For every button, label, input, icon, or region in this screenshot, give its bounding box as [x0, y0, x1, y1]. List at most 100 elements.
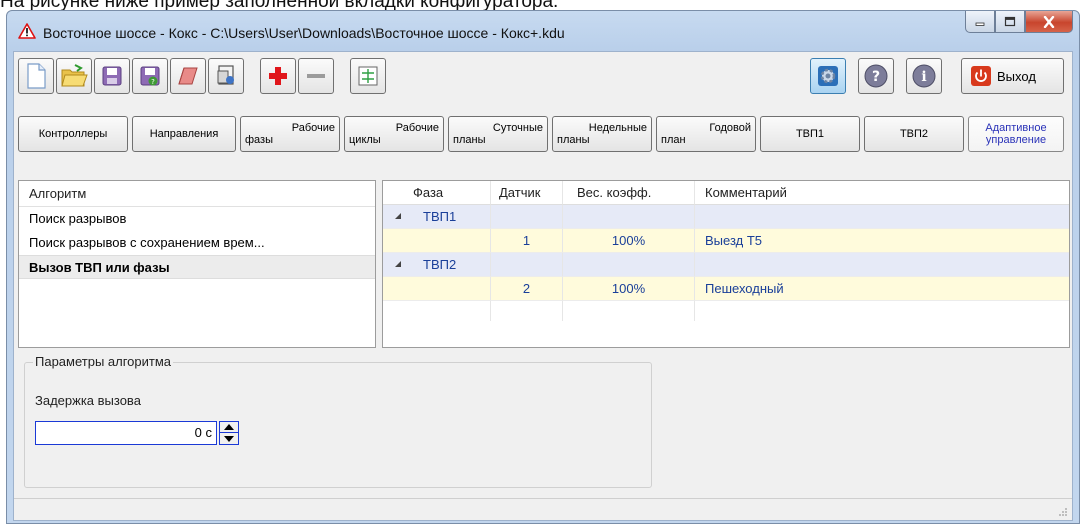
params-legend: Параметры алгоритма — [33, 354, 174, 369]
column-phase[interactable]: Фаза — [383, 181, 491, 205]
tab-work-phases-line2: фазы — [245, 134, 273, 146]
delay-input[interactable]: 0 с — [35, 421, 217, 445]
close-button[interactable] — [1025, 11, 1073, 33]
tab-tvp1[interactable]: ТВП1 — [760, 116, 860, 152]
remove-icon — [307, 74, 325, 78]
algorithm-list: Алгоритм Поиск разрывов Поиск разрывов с… — [18, 180, 376, 348]
tab-controllers[interactable]: Контроллеры — [18, 116, 128, 152]
tab-weekly-plans[interactable]: Недельные планы — [552, 116, 652, 152]
tab-daily-plans-line2: планы — [453, 134, 486, 146]
column-comment[interactable]: Комментарий — [695, 181, 1069, 205]
column-sensor[interactable]: Датчик — [491, 181, 563, 205]
sensor-cell[interactable]: 2 — [491, 277, 563, 301]
tab-adaptive-line2: управление — [985, 134, 1047, 146]
table-row[interactable]: 2 100% Пешеходный — [383, 277, 1069, 301]
algorithm-item-gap-search-keep-time[interactable]: Поиск разрывов с сохранением врем... — [19, 231, 375, 255]
layout-button[interactable] — [350, 58, 386, 94]
tab-directions[interactable]: Направления — [132, 116, 236, 152]
window-controls — [965, 11, 1073, 33]
tab-daily-plans[interactable]: Суточные планы — [448, 116, 548, 152]
properties-button[interactable] — [208, 58, 244, 94]
exit-button[interactable]: Выход — [961, 58, 1064, 94]
tab-work-phases-line1: Рабочие — [291, 122, 335, 134]
page-caption: На рисунке ниже пример заполненной вклад… — [0, 0, 1080, 10]
info-button[interactable]: i — [906, 58, 942, 94]
client-area: ? ? i Выход Контроллеры Направления Рабо… — [13, 51, 1073, 521]
group-cell — [695, 205, 1069, 229]
phase-cell — [383, 277, 491, 301]
title-bar[interactable]: Восточное шоссе - Кокс - C:\Users\User\D… — [7, 11, 1079, 51]
tab-annual-plan[interactable]: Годовой план — [656, 116, 756, 152]
warning-icon — [18, 23, 36, 39]
tab-weekly-plans-line2: планы — [557, 134, 590, 146]
help-button[interactable]: ? — [858, 58, 894, 94]
group-cell — [491, 253, 563, 277]
power-icon — [971, 66, 991, 86]
comment-cell[interactable]: Пешеходный — [695, 277, 1069, 301]
grid-header: Фаза Датчик Вес. коэфф. Комментарий — [383, 181, 1069, 205]
app-window: Восточное шоссе - Кокс - C:\Users\User\D… — [6, 10, 1080, 524]
algorithm-item-gap-search[interactable]: Поиск разрывов — [19, 207, 375, 231]
eraser-button[interactable] — [170, 58, 206, 94]
table-row[interactable]: 1 100% Выезд Т5 — [383, 229, 1069, 253]
settings-button[interactable] — [810, 58, 846, 94]
svg-text:i: i — [921, 69, 926, 85]
stepper-up-button[interactable] — [220, 422, 238, 433]
eraser-icon — [178, 67, 198, 85]
empty-cell — [383, 301, 491, 321]
tab-controllers-label: Контроллеры — [38, 128, 108, 140]
maximize-icon — [1004, 16, 1016, 27]
add-icon — [269, 67, 287, 85]
empty-cell — [563, 301, 695, 321]
tab-directions-label: Направления — [149, 128, 219, 140]
remove-button[interactable] — [298, 58, 334, 94]
minimize-icon — [975, 22, 985, 26]
delay-stepper — [219, 421, 239, 445]
status-bar — [14, 498, 1072, 520]
new-document-button[interactable] — [18, 58, 54, 94]
window-title: Восточное шоссе - Кокс - C:\Users\User\D… — [43, 25, 565, 41]
group-cell — [695, 253, 1069, 277]
open-file-button[interactable] — [56, 58, 92, 94]
new-row[interactable] — [383, 301, 1069, 321]
delay-label: Задержка вызова — [35, 393, 141, 408]
group-name: ТВП2 — [383, 253, 491, 277]
save-as-icon: ? — [140, 66, 160, 86]
new-document-icon — [27, 63, 46, 89]
tab-work-cycles-line1: Рабочие — [395, 122, 439, 134]
group-row-tvp2[interactable]: ТВП2 — [383, 253, 1069, 277]
algorithm-list-header: Алгоритм — [19, 181, 375, 207]
maximize-button[interactable] — [995, 11, 1025, 33]
open-folder-icon — [61, 64, 88, 87]
minimize-button[interactable] — [965, 11, 995, 33]
tab-tvp2[interactable]: ТВП2 — [864, 116, 964, 152]
tab-adaptive-line1: Адаптивное — [985, 122, 1047, 134]
exit-label: Выход — [997, 68, 1036, 84]
close-icon — [1043, 15, 1055, 28]
group-row-tvp1[interactable]: ТВП1 — [383, 205, 1069, 229]
save-as-button[interactable]: ? — [132, 58, 168, 94]
phase-cell — [383, 229, 491, 253]
layout-icon — [358, 66, 378, 86]
tab-adaptive-control[interactable]: Адаптивное управление — [968, 116, 1064, 152]
arrow-down-icon — [224, 435, 234, 442]
info-icon: i — [912, 64, 936, 88]
stepper-down-button[interactable] — [220, 433, 238, 444]
tab-work-phases[interactable]: Рабочие фазы — [240, 116, 340, 152]
tab-work-cycles[interactable]: Рабочие циклы — [344, 116, 444, 152]
weight-cell[interactable]: 100% — [563, 229, 695, 253]
resize-grip-icon[interactable] — [1058, 507, 1068, 517]
save-button[interactable] — [94, 58, 130, 94]
tab-annual-plan-line1: Годовой — [709, 122, 751, 134]
comment-cell[interactable]: Выезд Т5 — [695, 229, 1069, 253]
algorithm-item-call-tvp-or-phase[interactable]: Вызов ТВП или фазы — [19, 255, 375, 279]
add-button[interactable] — [260, 58, 296, 94]
group-cell — [563, 253, 695, 277]
weight-cell[interactable]: 100% — [563, 277, 695, 301]
properties-icon — [217, 65, 234, 85]
column-weight[interactable]: Вес. коэфф. — [563, 181, 695, 205]
toolbar: ? ? i Выход — [18, 56, 1070, 112]
tab-tvp1-label: ТВП1 — [795, 128, 825, 140]
group-cell — [491, 205, 563, 229]
sensor-cell[interactable]: 1 — [491, 229, 563, 253]
